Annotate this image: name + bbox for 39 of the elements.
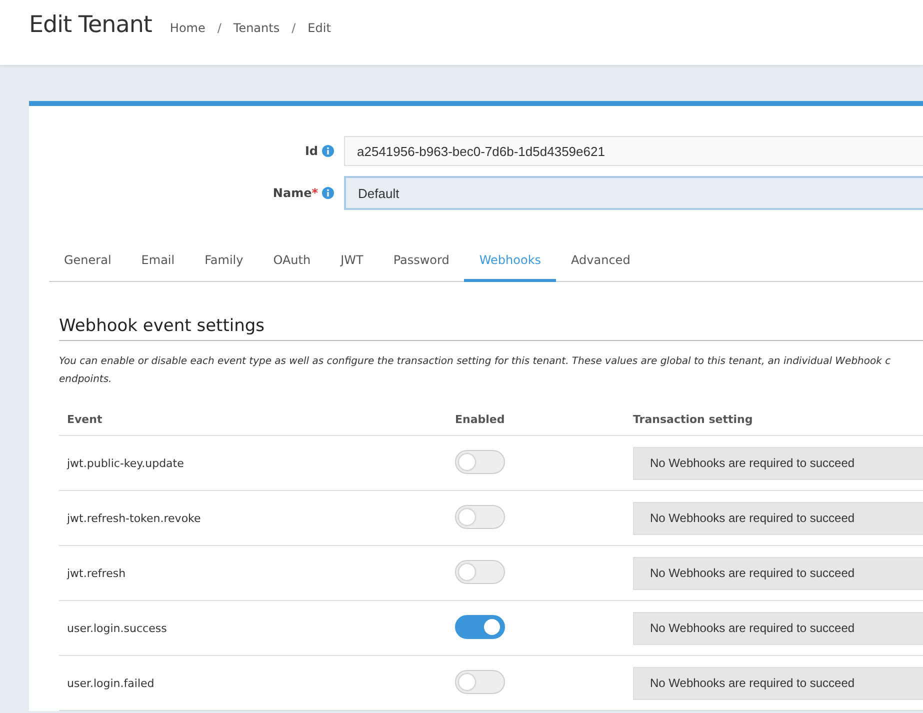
transaction-dropdown[interactable]: No Webhooks are required to succeed	[633, 446, 923, 480]
tab[interactable]: Family	[190, 238, 258, 282]
breadcrumb-link[interactable]: Edit	[308, 21, 331, 35]
breadcrumb-separator: /	[217, 21, 222, 35]
field-label: Name*	[272, 186, 318, 200]
field-label: Id	[304, 144, 318, 158]
event-name: user.login.failed	[67, 676, 156, 690]
toggle-switch[interactable]	[455, 670, 505, 694]
page-title: Edit Tenant	[29, 12, 152, 38]
toggle-switch[interactable]	[455, 615, 505, 639]
event-name: jwt.refresh	[67, 566, 127, 580]
breadcrumb-link[interactable]: Home	[170, 21, 206, 35]
breadcrumb-separator: /	[292, 21, 296, 35]
column-header: Event	[67, 413, 104, 426]
tab[interactable]: OAuth	[258, 238, 326, 282]
event-name: jwt.refresh-token.revoke	[67, 512, 202, 524]
transaction-dropdown[interactable]: No Webhooks are required to succeed	[633, 612, 923, 644]
tab[interactable]: General	[49, 238, 126, 282]
transaction-dropdown[interactable]: No Webhooks are required to succeed	[633, 502, 923, 534]
tab[interactable]: Email	[126, 238, 190, 282]
transaction-dropdown[interactable]: No Webhooks are required to succeed	[633, 666, 923, 700]
info-icon[interactable]	[322, 187, 334, 199]
toggle-switch[interactable]	[455, 560, 505, 584]
column-header: Enabled	[455, 413, 506, 426]
info-icon[interactable]	[322, 145, 334, 157]
section-title: Webhook event settings	[59, 316, 923, 341]
tab[interactable]: Password	[378, 238, 464, 282]
tab[interactable]: JWT	[326, 238, 378, 282]
event-name: user.login.success	[67, 622, 168, 634]
column-header: Transaction setting	[633, 413, 754, 426]
event-name: jwt.public-key.update	[67, 456, 185, 470]
text-field[interactable]: Default	[344, 176, 923, 210]
section-description: You can enable or disable each event type as well as configure the transaction setting for this tenant. These values are global to this tenant, an individual Webhook c endpoints.	[59, 355, 892, 387]
breadcrumb-link[interactable]: Tenants	[233, 21, 280, 35]
transaction-dropdown[interactable]: No Webhooks are required to succeed	[633, 556, 923, 590]
toggle-switch[interactable]	[455, 505, 505, 529]
text-field[interactable]: a2541956-b963-bec0-7d6b-1d5d4359e621	[344, 136, 923, 166]
tab[interactable]: Advanced	[556, 238, 646, 282]
toggle-switch[interactable]	[455, 450, 505, 474]
